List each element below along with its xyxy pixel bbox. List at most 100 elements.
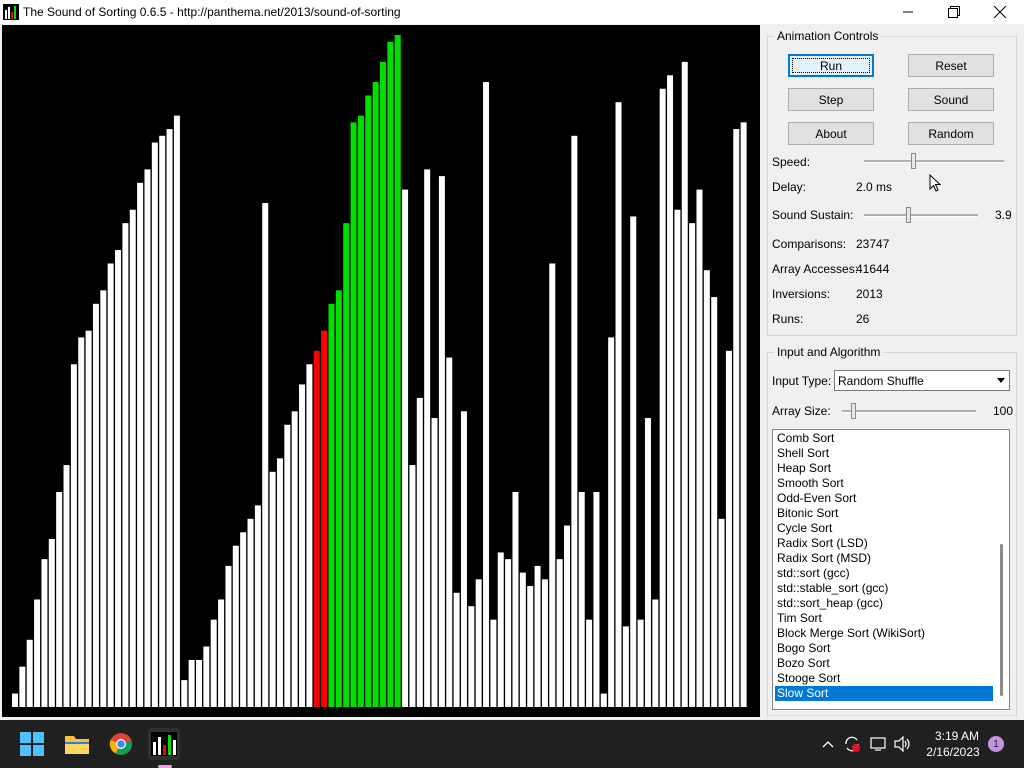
array-bar [92, 303, 99, 707]
algorithm-list-item[interactable]: Radix Sort (LSD) [775, 536, 993, 551]
array-bar [740, 122, 747, 708]
array-bar [711, 297, 718, 707]
delay-value: 2.0 ms [856, 180, 893, 194]
array-bar [615, 102, 622, 707]
array-bar [490, 619, 497, 707]
volume-button[interactable] [893, 728, 913, 760]
array-bar [107, 263, 114, 707]
sound-of-sorting-icon [3, 4, 19, 20]
algorithm-list-item[interactable]: std::stable_sort (gcc) [775, 581, 993, 596]
algorithm-list-item[interactable]: Bozo Sort [775, 656, 993, 671]
array-bar [424, 169, 431, 707]
inversions-value: 2013 [856, 287, 883, 301]
array-bar [232, 545, 239, 707]
array-bar [534, 565, 541, 707]
array-bar [681, 61, 688, 707]
run-button[interactable]: Run [788, 54, 874, 77]
array-bar [571, 135, 578, 708]
array-bar [644, 418, 651, 707]
array-bar [512, 491, 519, 707]
algorithm-list-item[interactable]: Tim Sort [775, 611, 993, 626]
algorithm-list-item[interactable]: std::sort (gcc) [775, 566, 993, 581]
input-type-select[interactable]: Random Shuffle [834, 370, 1010, 391]
array-size-label: Array Size: [772, 404, 831, 418]
comparisons-label: Comparisons: [772, 237, 847, 251]
algorithm-list-item[interactable]: Stooge Sort [775, 671, 993, 686]
array-bar [19, 666, 26, 707]
array-bar [475, 579, 482, 707]
array-bar [703, 270, 710, 707]
file-explorer-button[interactable] [61, 728, 93, 760]
array-bar [129, 209, 136, 707]
array-bar [291, 411, 298, 707]
notification-badge[interactable]: 1 [988, 736, 1004, 752]
array-bar [394, 35, 401, 707]
array-bar [85, 330, 92, 707]
clock-date[interactable]: 2/16/2023 [918, 745, 988, 759]
algorithm-list-item[interactable]: Slow Sort [775, 686, 993, 701]
array-bar [519, 572, 526, 707]
algorithm-list-item[interactable]: Radix Sort (MSD) [775, 551, 993, 566]
array-bar [578, 491, 585, 707]
array-bar [328, 303, 335, 707]
array-bar [608, 337, 615, 707]
array-bar [48, 539, 55, 707]
array-bar [483, 82, 490, 708]
sound-sustain-slider-thumb[interactable] [906, 207, 912, 223]
array-size-value: 100 [993, 404, 1014, 418]
algorithm-list-item[interactable]: Smooth Sort [775, 476, 993, 491]
algorithm-list-item[interactable]: Comb Sort [775, 431, 993, 446]
network-button[interactable] [869, 728, 889, 760]
algorithm-list-item[interactable]: Block Merge Sort (WikiSort) [775, 626, 993, 641]
array-bar [299, 384, 306, 707]
algorithm-list-item[interactable]: std::sort_heap (gcc) [775, 596, 993, 611]
algorithm-list-item[interactable]: Heap Sort [775, 461, 993, 476]
minimize-icon [903, 11, 913, 13]
runs-label: Runs: [772, 312, 804, 326]
algorithm-list-item[interactable]: Bitonic Sort [775, 506, 993, 521]
algorithm-list[interactable]: Comb Sort Shell Sort Heap Sort Smooth Sort O… [772, 429, 1010, 710]
chrome-button[interactable] [105, 728, 137, 760]
comparisons-value: 23747 [856, 237, 890, 251]
show-hidden-icons-button[interactable] [818, 728, 838, 760]
dropdown-button[interactable] [993, 372, 1008, 389]
sound-sustain-label: Sound Sustain: [772, 208, 854, 222]
array-bar [365, 95, 372, 708]
array-bar [460, 411, 467, 707]
array-bar [166, 129, 173, 707]
array-size-slider-thumb[interactable] [850, 403, 856, 419]
algorithm-list-item[interactable]: Shell Sort [775, 446, 993, 461]
speed-label: Speed: [772, 155, 811, 169]
array-bar [564, 525, 570, 707]
array-bar [431, 418, 438, 707]
sync-status-button[interactable] [842, 728, 862, 760]
reset-button[interactable]: Reset [908, 54, 994, 77]
array-bar [70, 364, 77, 707]
animation-controls-title: Animation Controls [774, 29, 882, 43]
speed-slider-thumb[interactable] [911, 153, 916, 169]
array-bar [468, 606, 475, 707]
array-bar [262, 203, 269, 707]
array-bar [652, 599, 659, 707]
close-button[interactable] [977, 0, 1023, 24]
clock-time[interactable]: 3:19 AM [922, 729, 992, 743]
about-button[interactable]: About [788, 122, 874, 145]
step-button[interactable]: Step [788, 88, 874, 111]
array-bar [254, 505, 261, 707]
scrollbar-thumb[interactable] [1000, 544, 1003, 696]
sound-of-sorting-taskbar-button[interactable] [148, 728, 180, 760]
algorithm-list-item[interactable]: Bogo Sort [775, 641, 993, 656]
array-bar [122, 223, 129, 707]
taskbar: 3:19 AM 2/16/2023 1 [0, 720, 1024, 768]
random-button[interactable]: Random [908, 122, 994, 145]
array-bar [380, 61, 386, 707]
algorithm-list-scrollbar[interactable] [996, 430, 1009, 709]
algorithm-list-item[interactable]: Odd-Even Sort [775, 491, 993, 506]
minimize-button[interactable] [885, 0, 931, 24]
algorithm-list-item[interactable]: Cycle Sort [775, 521, 993, 536]
array-bar [218, 599, 225, 707]
array-bar [335, 290, 342, 707]
sound-button[interactable]: Sound [908, 88, 994, 111]
start-button[interactable] [16, 728, 48, 760]
maximize-button[interactable] [931, 0, 977, 24]
